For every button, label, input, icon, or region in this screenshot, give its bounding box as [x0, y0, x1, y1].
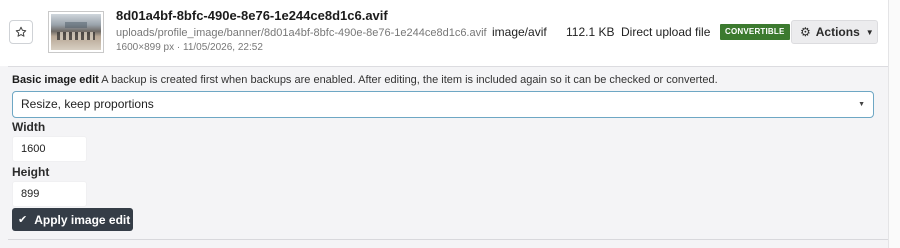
height-label: Height: [12, 165, 50, 179]
upload-source: Direct upload file: [621, 25, 711, 39]
mime-type: image/avif: [492, 25, 547, 39]
file-dimensions-date: 1600×899 px · 11/05/2026, 22:52: [116, 42, 263, 53]
caret-down-icon: ▼: [858, 101, 865, 108]
height-input[interactable]: 899: [12, 181, 87, 207]
gear-icon: ⚙: [800, 25, 811, 39]
divider: [8, 66, 888, 67]
divider: [8, 239, 888, 240]
width-label: Width: [12, 120, 46, 134]
edit-mode-select[interactable]: Resize, keep proportions ▼: [12, 91, 874, 118]
file-path: uploads/profile_image/banner/8d01a4bf-8b…: [116, 27, 487, 39]
actions-button[interactable]: ⚙ Actions ▼: [791, 20, 878, 44]
scrollbar-track[interactable]: [888, 0, 900, 248]
edit-title: Basic image edit: [12, 74, 99, 86]
edit-mode-value: Resize, keep proportions: [21, 97, 154, 111]
check-icon: ✔: [18, 214, 28, 226]
favorite-button[interactable]: [9, 20, 33, 44]
image-thumbnail[interactable]: [48, 11, 104, 53]
edit-intro: Basic image edit A backup is created fir…: [12, 74, 718, 86]
thumbnail-image: [51, 14, 101, 50]
apply-image-edit-button[interactable]: ✔ Apply image edit: [12, 208, 133, 231]
width-input[interactable]: 1600: [12, 136, 87, 162]
status-badge: CONVERTIBLE: [720, 24, 790, 40]
caret-down-icon: ▼: [865, 27, 874, 37]
edit-description: A backup is created first when backups a…: [98, 74, 718, 86]
apply-label: Apply image edit: [34, 212, 131, 227]
file-name: 8d01a4bf-8bfc-490e-8e76-1e244ce8d1c6.avi…: [116, 8, 388, 23]
file-row: 8d01a4bf-8bfc-490e-8e76-1e244ce8d1c6.avi…: [0, 0, 888, 66]
actions-label: Actions: [815, 25, 860, 39]
star-outline-icon: [15, 26, 27, 37]
file-size: 112.1 KB: [566, 25, 615, 39]
